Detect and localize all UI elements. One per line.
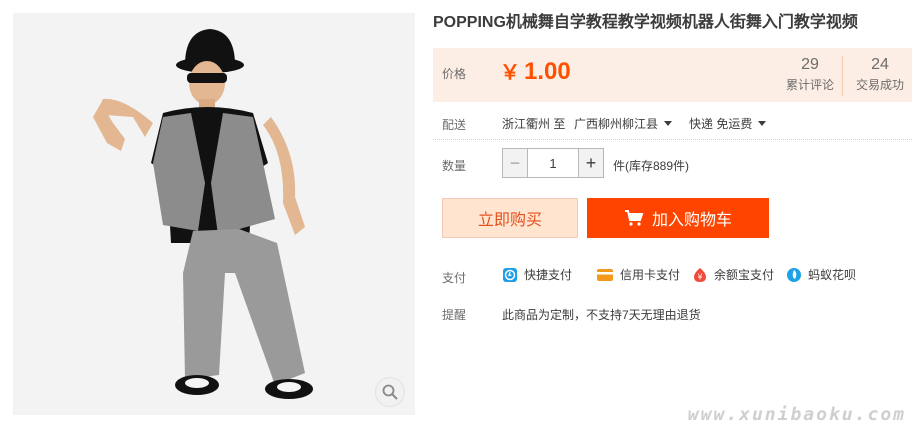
price-value: ￥ 1.00 [500,57,571,88]
quantity-input[interactable] [528,148,578,178]
svg-text:¥: ¥ [697,272,702,281]
reviews-stat[interactable]: 29 累计评论 [785,55,835,93]
payment-yuebao[interactable]: ¥ 余额宝支付 [692,266,774,283]
payment-method-label: 信用卡支付 [620,268,681,282]
delivery-method-select[interactable]: 快递 免运费 [689,115,767,132]
magnifier-icon [382,384,398,400]
quantity-label: 数量 [442,159,467,173]
stock-text: 件(库存889件) [613,159,690,173]
reminder-text: 此商品为定制，不支持7天无理由退货 [502,308,701,322]
quick-pay-icon [503,267,517,282]
chevron-down-icon [758,121,767,126]
delivery-destination-select[interactable]: 广西柳州柳江县 [574,115,673,132]
cart-icon [624,210,644,226]
delivery-destination: 广西柳州柳江县 [574,117,659,131]
buy-now-button[interactable]: 立即购买 [442,198,578,238]
reminder-label: 提醒 [442,308,467,322]
payment-method-label: 蚂蚁花呗 [808,268,857,282]
deals-stat: 24 交易成功 [851,55,909,93]
quantity-row: 数量 − + 件(库存889件) [433,148,912,178]
yuebao-icon: ¥ [694,267,706,282]
delivery-from: 浙江衢州 至 [502,117,566,131]
reviews-count: 29 [801,56,819,73]
reviews-label: 累计评论 [785,78,834,92]
quantity-stepper: − + [502,148,604,178]
payment-method-label: 余额宝支付 [714,268,775,282]
decrease-button[interactable]: − [502,148,528,178]
product-image[interactable] [13,13,415,415]
deals-label: 交易成功 [855,78,904,92]
payment-huabei[interactable]: 蚂蚁花呗 [786,266,856,283]
stat-divider [842,56,843,96]
increase-button[interactable]: + [578,148,604,178]
payment-label: 支付 [442,271,467,285]
payment-quick-pay[interactable]: 快捷支付 [502,266,572,283]
dancer-photo [13,13,415,415]
deals-count: 24 [871,56,889,73]
add-to-cart-button[interactable]: 加入购物车 [587,198,769,238]
huabei-icon [787,267,801,282]
payment-credit-card[interactable]: 信用卡支付 [596,266,680,283]
currency-symbol: ￥ [500,62,520,84]
delivery-method: 快递 免运费 [689,117,753,131]
reminder-row: 提醒 此商品为定制，不支持7天无理由退货 [433,303,912,323]
chevron-down-icon [664,121,673,126]
zoom-button[interactable] [375,377,405,407]
delivery-row: 配送 浙江衢州 至 广西柳州柳江县 快递 免运费 [433,104,912,140]
price-label: 价格 [442,67,467,81]
credit-card-icon [597,268,613,281]
watermark: www.xunibaoku.com [687,404,906,425]
delivery-label: 配送 [442,118,467,132]
payment-row: 支付 快捷支付 信用卡支付 ¥ 余额宝支付 蚂蚁花呗 [433,266,912,286]
product-title: POPPING机械舞自学教程教学视频机器人街舞入门教学视频 [433,14,858,31]
price-panel: 价格 ￥ 1.00 29 累计评论 24 交易成功 [433,48,912,102]
add-to-cart-label: 加入购物车 [651,212,732,229]
price-amount: 1.00 [524,58,571,85]
payment-method-label: 快捷支付 [524,268,573,282]
